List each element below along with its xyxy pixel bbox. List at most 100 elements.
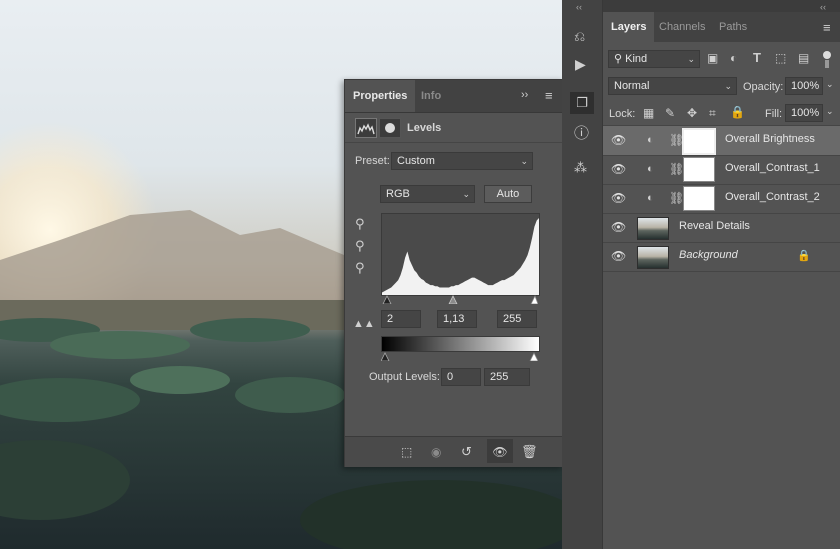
lock-position-icon[interactable]: ✥ (687, 106, 697, 120)
white-point-eyedropper-icon[interactable]: ⚲ (355, 260, 365, 276)
eye-icon[interactable]: 👁 (611, 250, 626, 262)
layer-row-overall-contrast-2[interactable]: 👁 ◐ ⛓ Overall_Contrast_2 (603, 184, 840, 214)
histogram (381, 213, 540, 296)
black-input-handle (382, 295, 392, 305)
collapse-dock-icon[interactable]: ‹‹ (576, 2, 582, 12)
input-levels-slider[interactable] (381, 294, 539, 305)
trash-icon[interactable]: 🗑 (521, 444, 538, 460)
output-white-field[interactable]: 255 (484, 368, 530, 386)
eye-icon[interactable]: 👁 (611, 134, 626, 146)
layer-row-reveal-details[interactable]: 👁 Reveal Details (603, 213, 840, 243)
filter-smart-object-icon[interactable]: ▤ (798, 51, 809, 65)
output-black-field[interactable]: 0 (441, 368, 481, 386)
chevron-down-icon: ⌄ (520, 156, 528, 166)
lock-transparent-icon[interactable]: ▦ (643, 106, 654, 120)
layers-panel: Layers Channels Paths ≡ ⚲ Kind ⌄ ▣ ◐ T ⬚… (603, 12, 840, 549)
curves-adjustment-icon: ◐ (647, 192, 654, 204)
filter-pixel-icon[interactable]: ▣ (707, 51, 718, 65)
channel-dropdown[interactable]: RGB ⌄ (380, 185, 475, 203)
input-gamma-field[interactable]: 1,13 (437, 310, 477, 328)
history-icon[interactable]: ⎌ (574, 28, 585, 45)
layer-name[interactable]: Background (679, 249, 738, 261)
chain-link-icon[interactable]: ⛓ (669, 162, 684, 176)
preset-value: Custom (397, 155, 435, 167)
chevron-down-icon: ⌄ (462, 189, 470, 199)
visibility-toggle[interactable]: 👁 (487, 439, 513, 463)
expand-dock-icon[interactable]: ‹‹ (820, 2, 826, 12)
filter-kind-dropdown[interactable]: ⚲ Kind ⌄ (608, 50, 700, 68)
input-black-field[interactable]: 2 (381, 310, 421, 328)
eye-icon[interactable]: 👁 (611, 163, 626, 175)
gray-point-eyedropper-icon[interactable]: ⚲ (355, 238, 365, 254)
search-icon: ⚲ (614, 53, 626, 65)
layer-thumbnail[interactable] (637, 246, 669, 269)
fill-field[interactable]: 100% (785, 104, 823, 122)
auto-button[interactable]: Auto (484, 185, 532, 203)
tab-channels[interactable]: Channels (651, 12, 713, 42)
layer-name[interactable]: Reveal Details (679, 220, 750, 232)
tab-properties[interactable]: Properties (345, 80, 416, 112)
black-point-eyedropper-icon[interactable]: ⚲ (355, 216, 365, 232)
fill-chevron-icon[interactable]: ⌄ (826, 106, 834, 117)
info-icon[interactable]: ⓘ (574, 122, 589, 143)
cube-icon: ❐ (576, 95, 588, 110)
input-white-field[interactable]: 255 (497, 310, 537, 328)
adjustment-title: Levels (407, 122, 442, 134)
opacity-label: Opacity: (743, 81, 784, 93)
blend-mode-value: Normal (614, 80, 650, 92)
filter-type-icon[interactable]: T (753, 50, 761, 65)
reset-icon[interactable]: ↺ (461, 444, 472, 460)
panel-menu-icon[interactable]: ≡ (823, 20, 831, 35)
mask-icon[interactable] (379, 118, 401, 138)
filter-kind-value: Kind (625, 53, 648, 65)
layer-name[interactable]: Overall_Contrast_1 (725, 162, 820, 174)
curves-adjustment-icon: ◐ (647, 163, 654, 175)
preset-dropdown[interactable]: Custom ⌄ (391, 152, 533, 170)
output-levels-slider[interactable] (380, 351, 539, 362)
layer-thumbnail[interactable] (637, 217, 669, 240)
panel-menu-icon[interactable]: ≡ (545, 88, 553, 103)
filter-adjustment-icon[interactable]: ◐ (730, 51, 737, 65)
output-levels-label: Output Levels: (369, 371, 440, 383)
gamma-input-handle (448, 295, 458, 305)
double-chevron-icon[interactable]: ›› (521, 89, 528, 101)
white-input-handle (530, 295, 539, 305)
layer-row-background[interactable]: 👁 Background 🔒 (603, 242, 840, 272)
histogram-graph (382, 218, 539, 295)
layer-list: 👁 ◐ ⛓ Overall Brightness 👁 ◐ ⛓ Overall_C… (603, 126, 840, 286)
chain-link-icon[interactable]: ⛓ (669, 191, 684, 205)
opacity-chevron-icon[interactable]: ⌄ (826, 79, 834, 90)
filter-toggle[interactable] (822, 50, 832, 68)
clip-to-layer-icon[interactable]: ⬚ (401, 445, 412, 459)
filter-shape-icon[interactable]: ⬚ (775, 51, 786, 65)
layer-row-overall-contrast-1[interactable]: 👁 ◐ ⛓ Overall_Contrast_1 (603, 155, 840, 185)
layer-list-empty-area (603, 287, 840, 549)
lock-artboard-icon[interactable]: ⌗ (709, 106, 716, 121)
character-styles-icon[interactable]: ⁂ (574, 160, 587, 176)
channel-value: RGB (386, 188, 410, 200)
blend-mode-dropdown[interactable]: Normal ⌄ (608, 77, 737, 95)
fill-label: Fill: (765, 108, 783, 120)
eye-icon[interactable]: 👁 (611, 221, 626, 233)
view-previous-icon[interactable]: ◉ (431, 445, 441, 459)
clipping-warning-icon[interactable]: ▲▲ (353, 318, 375, 330)
tab-paths[interactable]: Paths (711, 12, 755, 42)
collapsed-panels-strip: ‹‹ ⎌ ▶ ❐ ⓘ ⁂ (562, 0, 603, 549)
layer-mask-thumbnail[interactable] (682, 128, 716, 155)
tab-info[interactable]: Info (413, 80, 449, 112)
3d-panel-button[interactable]: ❐ (570, 92, 594, 114)
layer-mask-thumbnail[interactable] (683, 186, 715, 211)
chevron-down-icon: ⌄ (724, 81, 732, 91)
eye-icon[interactable]: 👁 (611, 192, 626, 204)
levels-adjustment-icon[interactable] (355, 118, 377, 138)
layer-name[interactable]: Overall_Contrast_2 (725, 191, 820, 203)
lock-pixels-icon[interactable]: ✎ (665, 106, 675, 120)
layer-row-overall-brightness[interactable]: 👁 ◐ ⛓ Overall Brightness (603, 126, 840, 156)
layer-mask-thumbnail[interactable] (683, 157, 715, 182)
play-actions-icon[interactable]: ▶ (575, 56, 586, 73)
layer-name[interactable]: Overall Brightness (725, 133, 815, 145)
opacity-field[interactable]: 100% (785, 77, 823, 95)
tab-layers[interactable]: Layers (603, 12, 655, 42)
lock-all-icon[interactable]: 🔒 (730, 105, 745, 119)
histogram-area (382, 218, 539, 295)
